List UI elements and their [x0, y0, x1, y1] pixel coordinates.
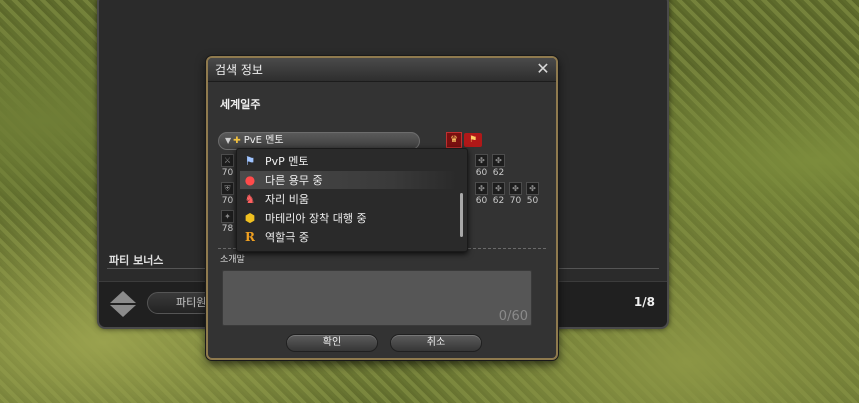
dialog-title-bar: 검색 정보 ✕: [208, 58, 556, 82]
job-cell: ✤ 62: [491, 182, 506, 206]
job-cell: ✤ 62: [491, 154, 506, 178]
dialog-title: 검색 정보: [215, 63, 263, 77]
job-icon: ⛨: [221, 182, 234, 195]
dropdown-item-busy[interactable]: ● 다른 용무 중: [240, 171, 457, 189]
dropdown-item-label: PvP 멘토: [265, 155, 309, 168]
dropdown-item-label: 자리 비움: [265, 193, 309, 206]
status-dropdown-list: ⚑ PvP 멘토 ● 다른 용무 중 ♞ 자리 비움 ⬢ 마테리아 장착 대행 …: [236, 148, 468, 252]
job-icon: ✤: [492, 154, 505, 167]
dropdown-item-label: 마테리아 장착 대행 중: [265, 212, 367, 225]
job-level: 70: [221, 196, 234, 206]
job-level: 62: [492, 168, 505, 178]
section-title: 세계일주: [220, 98, 261, 111]
close-icon[interactable]: ✕: [534, 60, 552, 78]
status-select-value: PvE 멘토: [243, 135, 284, 146]
arrow-up-icon: [110, 291, 136, 303]
crest-icon: ♛: [446, 132, 462, 148]
comment-label: 소개말: [220, 255, 245, 265]
job-level: 60: [475, 196, 488, 206]
job-cell: ✤ 60: [474, 182, 489, 206]
role-icons: ♛ ⚑: [446, 132, 482, 148]
job-cell: ✤ 50: [525, 182, 540, 206]
job-cell: ⚔ 70: [220, 154, 235, 178]
job-level: 78: [221, 224, 234, 234]
cancel-button[interactable]: 취소: [390, 334, 482, 352]
job-cell: ✤ 70: [508, 182, 523, 206]
dropdown-item-roleplay[interactable]: R 역할극 중: [240, 228, 457, 246]
dropdown-item-label: 역할극 중: [265, 231, 309, 244]
job-level: 70: [509, 196, 522, 206]
dropdown-scrollbar[interactable]: [460, 193, 463, 237]
dropdown-item-away[interactable]: ♞ 자리 비움: [240, 190, 457, 208]
job-level: 70: [221, 168, 234, 178]
pve-mentor-icon: ✚: [233, 136, 241, 146]
job-row: ✤ 60 ✤ 62 ✤ 70 ✤ 50: [474, 182, 540, 206]
flag-icon: ⚑: [464, 133, 482, 147]
chevron-down-icon: ▼: [225, 136, 232, 145]
job-level: 62: [492, 196, 505, 206]
confirm-button[interactable]: 확인: [286, 334, 378, 352]
materia-icon: ⬢: [244, 211, 256, 225]
job-icon: ⚔: [221, 154, 234, 167]
job-cell: ⛨ 70: [220, 182, 235, 206]
job-cell: ✦ 78: [220, 210, 235, 234]
job-icon: ✤: [526, 182, 539, 195]
busy-icon: ●: [244, 173, 256, 187]
party-bonus-label: 파티 보너스: [109, 254, 164, 267]
job-icon: ✤: [509, 182, 522, 195]
char-counter: 0/60: [498, 309, 528, 324]
job-icon: ✦: [221, 210, 234, 223]
job-level: 60: [475, 168, 488, 178]
job-level: 50: [526, 196, 539, 206]
job-icon: ✤: [475, 182, 488, 195]
pvp-mentor-icon: ⚑: [244, 154, 256, 168]
job-icon: ✤: [475, 154, 488, 167]
comment-textarea[interactable]: 0/60: [222, 270, 532, 326]
job-row: ✤ 60 ✤ 62: [474, 154, 506, 178]
job-icon: ✤: [492, 182, 505, 195]
page-toggle-button[interactable]: [109, 290, 137, 318]
dropdown-item-materia[interactable]: ⬢ 마테리아 장착 대행 중: [240, 209, 457, 227]
dropdown-item-pvp-mentor[interactable]: ⚑ PvP 멘토: [240, 152, 457, 170]
job-cell: ✤ 60: [474, 154, 489, 178]
arrow-down-icon: [110, 305, 136, 317]
party-count: 1/8: [633, 295, 655, 309]
roleplay-icon: R: [245, 230, 255, 244]
dropdown-item-label: 다른 용무 중: [265, 174, 323, 187]
away-icon: ♞: [244, 192, 256, 206]
